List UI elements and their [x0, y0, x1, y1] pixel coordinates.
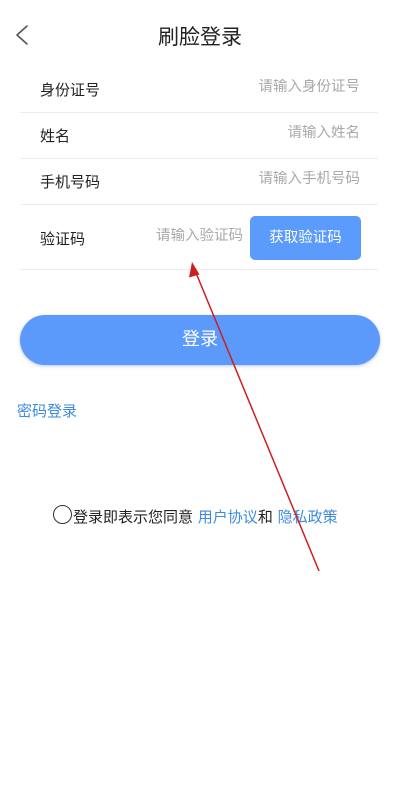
- code-row: 验证码 获取验证码: [20, 205, 378, 270]
- agreement-text: 登录即表示您同意 用户协议和 隐私政策: [73, 506, 338, 527]
- agreement-conjunction: 和: [257, 508, 273, 526]
- id-card-input[interactable]: [190, 79, 360, 95]
- login-button[interactable]: 登录: [20, 315, 380, 365]
- name-label: 姓名: [40, 127, 71, 145]
- agreement-prefix: 登录即表示您同意: [73, 508, 194, 526]
- code-label: 验证码: [40, 230, 86, 248]
- user-agreement-link[interactable]: 用户协议: [198, 508, 258, 526]
- name-input[interactable]: [190, 125, 360, 141]
- name-row: 姓名: [20, 113, 378, 159]
- privacy-policy-link[interactable]: 隐私政策: [278, 508, 338, 526]
- phone-label: 手机号码: [40, 173, 101, 191]
- agreement-radio[interactable]: [53, 505, 72, 524]
- page-title: 刷脸登录: [158, 25, 242, 49]
- phone-row: 手机号码: [20, 159, 378, 205]
- id-card-label: 身份证号: [40, 81, 101, 99]
- header-bar: 刷脸登录: [0, 0, 400, 72]
- id-card-row: 身份证号: [20, 66, 378, 113]
- get-code-button[interactable]: 获取验证码: [250, 216, 361, 260]
- password-login-link[interactable]: 密码登录: [17, 400, 77, 421]
- code-input[interactable]: [156, 228, 250, 244]
- phone-input[interactable]: [190, 171, 360, 187]
